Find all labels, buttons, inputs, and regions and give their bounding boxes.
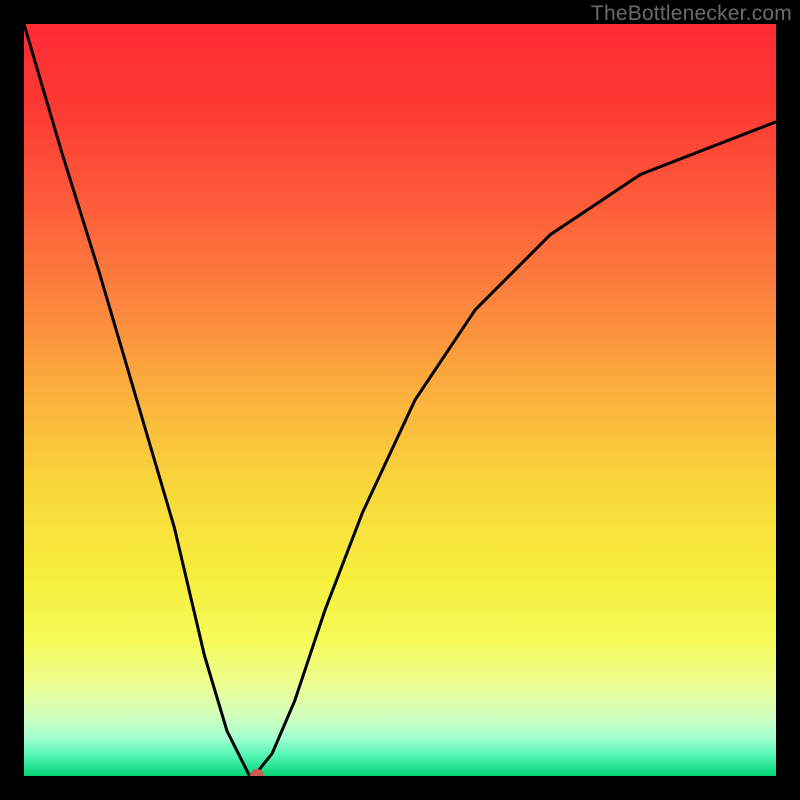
optimum-marker: [250, 769, 264, 776]
bottleneck-curve: [24, 24, 776, 776]
chart-frame: TheBottlenecker.com: [0, 0, 800, 800]
watermark-text: TheBottlenecker.com: [591, 2, 792, 26]
plot-area: [24, 24, 776, 776]
curve-path: [24, 24, 776, 776]
